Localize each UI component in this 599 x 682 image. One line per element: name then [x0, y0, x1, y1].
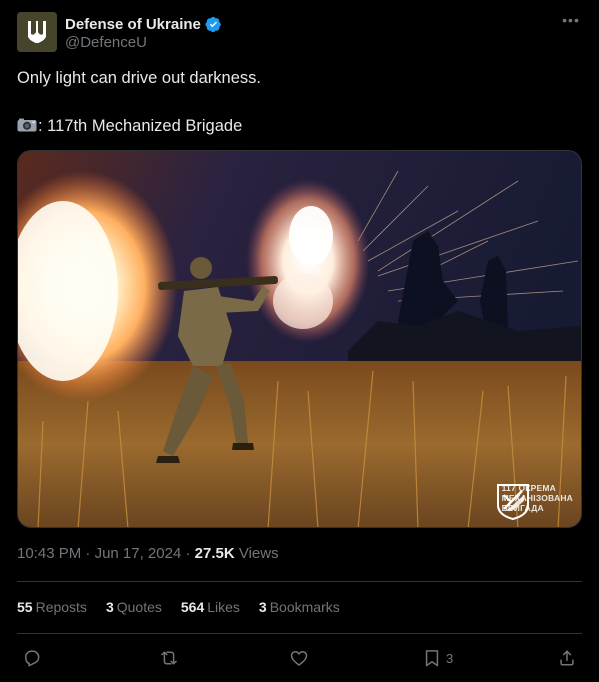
- bookmark-count: 3: [446, 650, 454, 666]
- tweet-meta: 10:43 PM · Jun 17, 2024 · 27.5K Views: [17, 545, 279, 562]
- repost-button[interactable]: [159, 645, 179, 671]
- tweet-text-line: Only light can drive out darkness.: [17, 69, 261, 87]
- divider: [17, 581, 582, 582]
- likes-label: Likes: [207, 599, 240, 615]
- reply-icon: [25, 650, 40, 667]
- likes-stat[interactable]: 564 Likes: [181, 599, 240, 615]
- share-icon: [560, 650, 574, 666]
- photo-image: [18, 151, 581, 527]
- reposts-count: 55: [17, 599, 33, 615]
- bookmarks-label: Bookmarks: [269, 599, 340, 615]
- verified-badge-icon: [205, 16, 221, 32]
- reposts-stat[interactable]: 55 Reposts: [17, 599, 87, 615]
- brigade-watermark: 117 ОКРЕМА МЕХАНІЗОВАНА БРИГАДА: [496, 483, 573, 521]
- action-bar: 3: [17, 645, 582, 671]
- share-button[interactable]: [557, 645, 577, 671]
- camera-icon: [17, 118, 37, 132]
- ukraine-trident-icon: [17, 12, 57, 52]
- avatar[interactable]: [17, 12, 57, 52]
- tweet-time[interactable]: 10:43 PM: [17, 545, 81, 562]
- views-count: 27.5K: [194, 545, 235, 562]
- bookmark-button[interactable]: 3: [422, 645, 453, 671]
- handle[interactable]: @DefenceU: [65, 34, 147, 51]
- bookmarks-count: 3: [258, 599, 267, 615]
- tweet-date[interactable]: Jun 17, 2024: [95, 545, 182, 562]
- reply-button[interactable]: [22, 645, 42, 671]
- engagement-stats: 55 Reposts 3 Quotes 564 Likes 3 Bookmarks: [17, 599, 359, 615]
- tweet-header: Defense of Ukraine @DefenceU •••: [17, 12, 582, 56]
- quotes-label: Quotes: [116, 599, 162, 615]
- likes-count: 564: [180, 599, 205, 615]
- bookmark-icon: [425, 650, 439, 667]
- bookmarks-stat[interactable]: 3 Bookmarks: [259, 599, 340, 615]
- tweet-text: Only light can drive out darkness. : 117…: [17, 67, 582, 137]
- tweet-credit-text: : 117th Mechanized Brigade: [38, 117, 243, 135]
- divider: [17, 633, 582, 634]
- more-options-icon[interactable]: •••: [560, 12, 582, 32]
- like-button[interactable]: [289, 645, 309, 671]
- brigade-shield-icon: [496, 484, 529, 521]
- repost-icon: [161, 651, 177, 665]
- tweet-photo[interactable]: 117 ОКРЕМА МЕХАНІЗОВАНА БРИГАДА: [17, 150, 582, 528]
- views-label: Views: [238, 545, 279, 562]
- quotes-stat[interactable]: 3 Quotes: [106, 599, 162, 615]
- display-name[interactable]: Defense of Ukraine: [65, 16, 201, 33]
- reposts-label: Reposts: [35, 599, 87, 615]
- heart-icon: [290, 651, 308, 666]
- quotes-count: 3: [105, 599, 114, 615]
- tweet-credit-line: : 117th Mechanized Brigade: [17, 115, 582, 137]
